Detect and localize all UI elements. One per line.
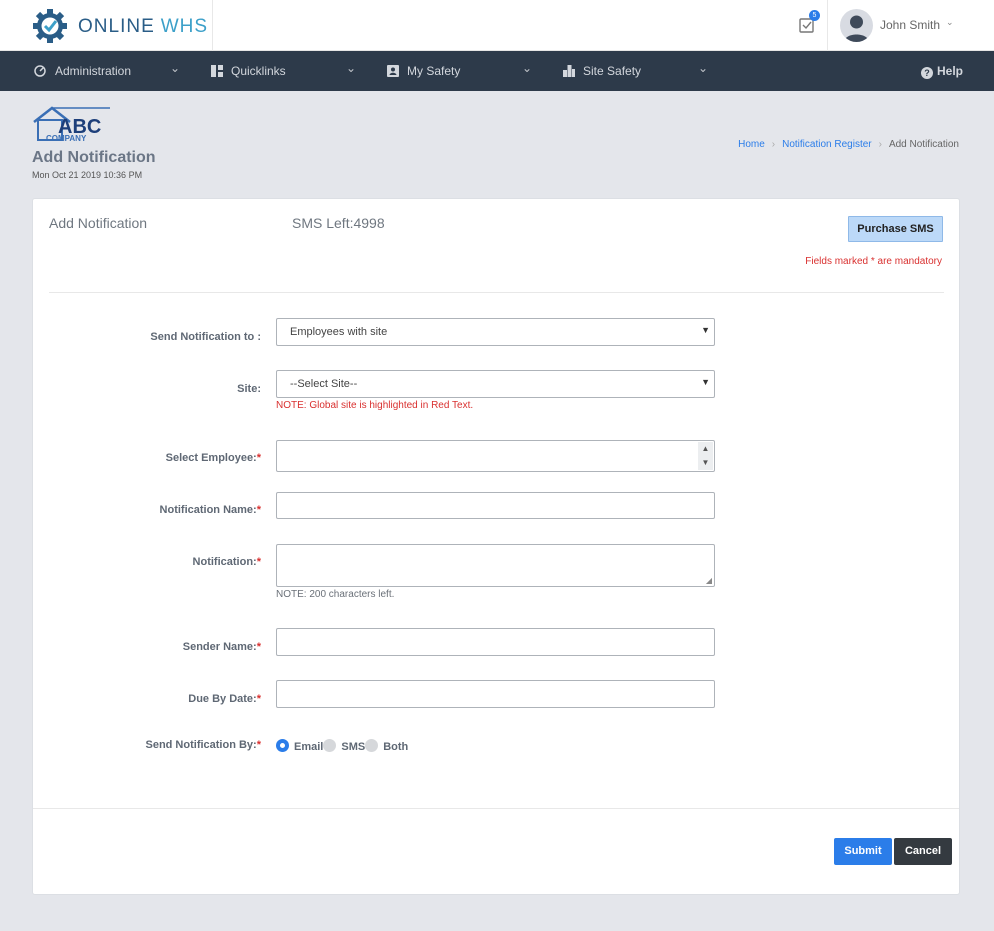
company-logo: ABC COMPANY	[33, 106, 110, 142]
radio-email[interactable]: Email	[276, 739, 323, 753]
submit-button[interactable]: Submit	[834, 838, 892, 865]
user-menu[interactable]: John Smith ⌄	[827, 0, 994, 51]
send-by-label: Send Notification By:*	[145, 739, 261, 751]
due-date-label: Due By Date:*	[188, 693, 261, 705]
nav-label: Administration	[55, 64, 132, 78]
nav-label: Site Safety	[583, 64, 642, 78]
user-avatar-icon	[844, 15, 869, 42]
svg-text:COMPANY: COMPANY	[46, 134, 87, 142]
chevron-down-icon: ⌄	[346, 61, 357, 75]
due-date-input[interactable]	[276, 680, 715, 708]
scroll-up-icon[interactable]: ▲	[698, 442, 713, 456]
card-title: Add Notification	[49, 215, 148, 231]
send-to-label: Send Notification to :	[150, 331, 261, 343]
chevron-down-icon: ⌄	[170, 61, 181, 75]
radio-both[interactable]: Both	[365, 739, 408, 753]
cancel-button[interactable]: Cancel	[894, 838, 952, 865]
listbox-scroll[interactable]: ▲ ▼	[698, 442, 713, 470]
employee-label: Select Employee:*	[165, 452, 261, 464]
chevron-down-icon: ⌄	[522, 61, 533, 75]
nav-label: My Safety	[407, 64, 461, 78]
radio-sms[interactable]: SMS	[323, 739, 365, 753]
user-name: John Smith	[880, 18, 941, 32]
page-date: Mon Oct 21 2019 10:36 PM	[32, 170, 143, 180]
grid-icon	[211, 65, 223, 77]
chevron-down-icon: ⌄	[946, 17, 954, 27]
resize-handle-icon[interactable]: ◢	[706, 576, 712, 585]
site-note: NOTE: Global site is highlighted in Red …	[276, 400, 474, 411]
notification-label: Notification:*	[192, 556, 261, 568]
avatar	[840, 9, 873, 42]
breadcrumb: Home › Notification Register › Add Notificat…	[738, 139, 959, 150]
characters-left-note: NOTE: 200 characters left.	[276, 589, 395, 600]
nav-item-site-safety[interactable]: Site Safety ⌄	[563, 51, 713, 91]
site-select[interactable]: --Select Site-- ▼	[276, 370, 715, 398]
breadcrumb-separator: ›	[771, 139, 776, 150]
nav-item-quicklinks[interactable]: Quicklinks ⌄	[211, 51, 361, 91]
send-to-select[interactable]: Employees with site ▼	[276, 318, 715, 346]
page-title: Add Notification	[32, 149, 156, 166]
breadcrumb-notification-register[interactable]: Notification Register	[782, 139, 871, 150]
form-card: Add Notification SMS Left:4998 Purchase …	[32, 198, 960, 895]
radio-unselected-icon[interactable]	[323, 739, 337, 752]
gauge-icon	[34, 65, 46, 77]
chevron-down-icon: ⌄	[698, 61, 709, 75]
notification-textarea[interactable]: ◢	[276, 544, 715, 587]
breadcrumb-separator: ›	[878, 139, 882, 150]
id-card-icon	[387, 65, 399, 77]
purchase-sms-button[interactable]: Purchase SMS	[848, 216, 943, 242]
dropdown-arrow-icon: ▼	[701, 325, 710, 335]
divider	[49, 292, 944, 293]
notification-name-label: Notification Name:*	[159, 504, 261, 516]
question-icon: ?	[921, 67, 933, 79]
buildings-icon	[563, 65, 575, 77]
breadcrumb-current: Add Notification	[888, 139, 959, 150]
breadcrumb-home[interactable]: Home	[738, 139, 765, 150]
send-by-radio-group: Email SMS Both	[276, 739, 408, 753]
scroll-down-icon[interactable]: ▼	[698, 456, 713, 470]
sms-left-counter: SMS Left:4998	[292, 215, 385, 231]
radio-unselected-icon[interactable]	[365, 739, 379, 752]
notification-badge: 5	[809, 10, 820, 21]
help-link[interactable]: ? Help	[921, 64, 963, 79]
sender-name-label: Sender Name:*	[182, 641, 261, 653]
divider	[33, 808, 959, 809]
nav-label: Quicklinks	[231, 64, 286, 78]
send-to-value: Employees with site	[290, 326, 388, 338]
nav-item-my-safety[interactable]: My Safety ⌄	[387, 51, 537, 91]
gear-check-logo-icon	[33, 9, 67, 43]
mandatory-note: Fields marked * are mandatory	[805, 256, 942, 267]
employee-multiselect[interactable]: ▲ ▼	[276, 440, 715, 472]
sender-name-input[interactable]	[276, 628, 715, 656]
site-value: --Select Site--	[290, 378, 358, 390]
dropdown-arrow-icon: ▼	[701, 377, 710, 387]
main-navbar: Administration ⌄ Quicklinks ⌄ My Safety …	[0, 51, 994, 91]
brand-name: ONLINE WHS	[78, 16, 209, 37]
help-label: Help	[937, 64, 964, 78]
brand-logo[interactable]: ONLINE WHS	[0, 0, 213, 51]
nav-item-administration[interactable]: Administration ⌄	[34, 51, 184, 91]
notification-name-input[interactable]	[276, 492, 715, 519]
top-header: ONLINE WHS 5 John Smith ⌄	[0, 0, 994, 51]
radio-selected-icon[interactable]	[276, 739, 289, 752]
site-label: Site:	[237, 383, 261, 395]
